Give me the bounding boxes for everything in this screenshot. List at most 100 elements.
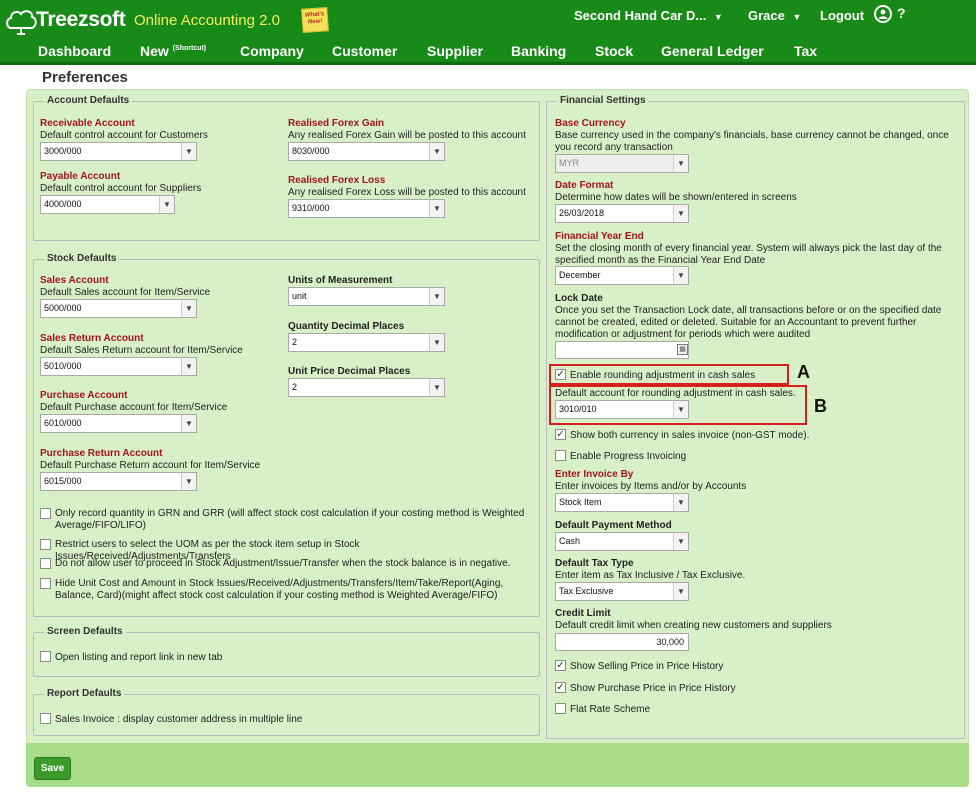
purchase-account-label: Purchase Account bbox=[40, 390, 128, 401]
show-both-currency-label: Show both currency in sales invoice (non… bbox=[570, 430, 810, 441]
tagline: Online Accounting 2.0 bbox=[134, 12, 280, 29]
hide-unit-cost-checkbox[interactable] bbox=[40, 578, 51, 589]
qty-decimal-label: Quantity Decimal Places bbox=[288, 321, 405, 332]
receivable-account-label: Receivable Account bbox=[40, 118, 135, 129]
financial-settings-legend: Financial Settings bbox=[557, 95, 649, 107]
nav-new-label: New bbox=[140, 43, 169, 59]
date-format-label: Date Format bbox=[555, 180, 614, 191]
save-button[interactable]: Save bbox=[34, 757, 71, 780]
rounding-adjustment-checkbox[interactable]: ✓ bbox=[555, 369, 566, 380]
rounding-account-select[interactable]: 3010/010 ▼ bbox=[555, 400, 689, 419]
grn-grr-quantity-checkbox[interactable] bbox=[40, 508, 51, 519]
restrict-uom-checkbox[interactable] bbox=[40, 539, 51, 550]
support-icon[interactable] bbox=[874, 5, 892, 23]
credit-limit-input[interactable]: 30,000 bbox=[555, 633, 689, 651]
logout-link[interactable]: Logout bbox=[820, 8, 864, 23]
page-title: Preferences bbox=[42, 69, 128, 86]
nav-general-ledger[interactable]: General Ledger bbox=[661, 43, 764, 59]
forex-loss-select[interactable]: 9310/000 ▼ bbox=[288, 199, 445, 218]
forex-loss-label: Realised Forex Loss bbox=[288, 175, 386, 186]
purchase-account-desc: Default Purchase account for Item/Servic… bbox=[40, 402, 228, 413]
select-value: 5010/000 bbox=[44, 361, 82, 371]
nav-new[interactable]: New (Shortcut) bbox=[140, 43, 206, 59]
show-selling-price-checkbox[interactable]: ✓ bbox=[555, 660, 566, 671]
forex-gain-desc: Any realised Forex Gain will be posted t… bbox=[288, 130, 526, 141]
report-defaults-legend: Report Defaults bbox=[44, 688, 125, 700]
user-name: Grace bbox=[748, 8, 785, 23]
treezsoft-logo-icon bbox=[6, 10, 37, 35]
nav-banking[interactable]: Banking bbox=[511, 43, 566, 59]
qty-decimal-select[interactable]: 2 ▼ bbox=[288, 333, 445, 352]
nav-customer[interactable]: Customer bbox=[332, 43, 397, 59]
nav-supplier[interactable]: Supplier bbox=[427, 43, 483, 59]
financial-year-end-label: Financial Year End bbox=[555, 231, 644, 242]
payment-method-label: Default Payment Method bbox=[555, 520, 672, 531]
sales-return-account-select[interactable]: 5010/000 ▼ bbox=[40, 357, 197, 376]
nav-company[interactable]: Company bbox=[240, 43, 304, 59]
select-value: 4000/000 bbox=[44, 199, 82, 209]
select-value: December bbox=[559, 270, 601, 280]
customer-address-multiline-checkbox[interactable] bbox=[40, 713, 51, 724]
uom-select[interactable]: unit ▼ bbox=[288, 287, 445, 306]
purchase-account-select[interactable]: 6010/000 ▼ bbox=[40, 414, 197, 433]
purchase-return-account-select[interactable]: 6015/000 ▼ bbox=[40, 472, 197, 491]
lock-date-desc: Once you set the Transaction Lock date, … bbox=[555, 305, 942, 340]
brand-name[interactable]: Treezsoft bbox=[36, 8, 126, 32]
select-value: Cash bbox=[559, 536, 581, 546]
user-menu[interactable]: Grace ▼ bbox=[748, 8, 801, 23]
show-purchase-price-checkbox[interactable]: ✓ bbox=[555, 682, 566, 693]
forex-gain-label: Realised Forex Gain bbox=[288, 118, 385, 129]
chevron-down-icon: ▼ bbox=[181, 300, 196, 317]
lock-date-input[interactable] bbox=[555, 341, 689, 359]
account-defaults-legend: Account Defaults bbox=[44, 95, 133, 107]
negative-balance-label: Do not allow user to proceed in Stock Ad… bbox=[55, 558, 511, 569]
chevron-down-icon: ▼ bbox=[159, 196, 174, 213]
lock-date-label: Lock Date bbox=[555, 293, 603, 304]
whats-new-note[interactable]: What's New! bbox=[301, 7, 329, 33]
open-new-tab-checkbox[interactable] bbox=[40, 651, 51, 662]
chevron-down-icon: ▼ bbox=[673, 401, 688, 418]
company-switcher[interactable]: Second Hand Car D... ▼ bbox=[574, 8, 723, 23]
calendar-icon[interactable]: ▦ bbox=[677, 344, 688, 355]
chevron-down-icon: ▼ bbox=[713, 12, 723, 22]
progress-invoicing-checkbox[interactable] bbox=[555, 450, 566, 461]
date-format-select[interactable]: 26/03/2018 ▼ bbox=[555, 204, 689, 223]
flat-rate-scheme-checkbox[interactable] bbox=[555, 703, 566, 714]
date-format-desc: Determine how dates will be shown/entere… bbox=[555, 192, 797, 203]
payment-method-select[interactable]: Cash ▼ bbox=[555, 532, 689, 551]
select-value: 5000/000 bbox=[44, 303, 82, 313]
stock-defaults-legend: Stock Defaults bbox=[44, 253, 120, 265]
chevron-down-icon: ▼ bbox=[181, 358, 196, 375]
screen-defaults-legend: Screen Defaults bbox=[44, 626, 126, 638]
nav-new-sup: (Shortcut) bbox=[172, 45, 207, 52]
select-value: 6010/000 bbox=[44, 418, 82, 428]
chevron-down-icon: ▼ bbox=[673, 494, 688, 511]
show-selling-price-label: Show Selling Price in Price History bbox=[570, 661, 724, 672]
purchase-return-account-label: Purchase Return Account bbox=[40, 448, 163, 459]
financial-year-end-select[interactable]: December ▼ bbox=[555, 266, 689, 285]
show-both-currency-checkbox[interactable]: ✓ bbox=[555, 429, 566, 440]
select-value: 6015/000 bbox=[44, 476, 82, 486]
select-value: unit bbox=[292, 291, 307, 301]
tax-type-select[interactable]: Tax Exclusive ▼ bbox=[555, 582, 689, 601]
annotation-marker-b: B bbox=[814, 396, 827, 416]
select-value: 9310/000 bbox=[292, 203, 330, 213]
chevron-down-icon: ▼ bbox=[673, 267, 688, 284]
receivable-account-select[interactable]: 3000/000 ▼ bbox=[40, 142, 197, 161]
forex-gain-select[interactable]: 8030/000 ▼ bbox=[288, 142, 445, 161]
nav-dashboard[interactable]: Dashboard bbox=[38, 43, 111, 59]
payable-account-label: Payable Account bbox=[40, 171, 121, 182]
rounding-account-desc: Default account for rounding adjustment … bbox=[555, 388, 796, 399]
nav-stock[interactable]: Stock bbox=[595, 43, 633, 59]
help-icon[interactable]: ? bbox=[897, 5, 906, 21]
base-currency-label: Base Currency bbox=[555, 118, 626, 129]
enter-invoice-by-select[interactable]: Stock Item ▼ bbox=[555, 493, 689, 512]
nav-tax[interactable]: Tax bbox=[794, 43, 817, 59]
form-footer bbox=[26, 743, 969, 787]
payable-account-select[interactable]: 4000/000 ▼ bbox=[40, 195, 175, 214]
sales-account-select[interactable]: 5000/000 ▼ bbox=[40, 299, 197, 318]
negative-balance-checkbox[interactable] bbox=[40, 558, 51, 569]
credit-limit-desc: Default credit limit when creating new c… bbox=[555, 620, 832, 631]
chevron-down-icon: ▼ bbox=[429, 200, 444, 217]
price-decimal-select[interactable]: 2 ▼ bbox=[288, 378, 445, 397]
